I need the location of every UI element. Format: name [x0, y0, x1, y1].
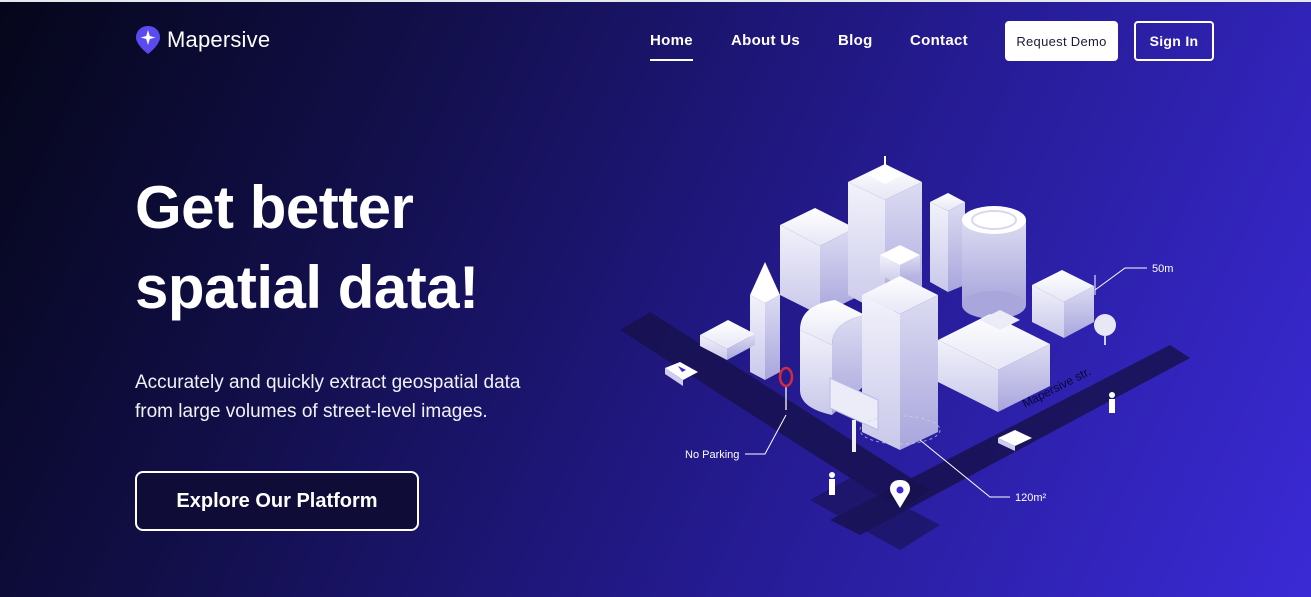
hero-title: Get better spatial data! — [135, 168, 605, 328]
building-thin — [930, 193, 965, 292]
building-cylinder — [962, 206, 1026, 319]
hero-subtitle: Accurately and quickly extract geospatia… — [135, 368, 605, 426]
nav-home[interactable]: Home — [650, 32, 693, 61]
pedestrian-right — [1109, 392, 1115, 413]
sign-in-button[interactable]: Sign In — [1134, 21, 1214, 61]
area-label: 120m² — [1015, 492, 1047, 504]
tree-sphere — [1094, 314, 1116, 345]
hero-title-line1: Get better — [135, 174, 414, 241]
nav-about-us[interactable]: About Us — [731, 32, 800, 49]
nav-blog[interactable]: Blog — [838, 32, 873, 49]
no-parking-label: No Parking — [685, 449, 739, 461]
top-border — [0, 0, 1311, 2]
isometric-city-illustration: 50m No Parking 120m² Mapersive str. — [620, 156, 1190, 550]
building-cube-right — [1032, 270, 1094, 338]
hero-subtitle-line1: Accurately and quickly extract geospatia… — [135, 372, 521, 393]
building-obelisk — [750, 262, 780, 380]
hero-title-line2: spatial data! — [135, 254, 479, 321]
pedestrian-left — [829, 472, 835, 495]
hero-subtitle-line2: from large volumes of street-level image… — [135, 401, 488, 422]
explore-platform-button[interactable]: Explore Our Platform — [135, 471, 419, 531]
height-callout — [1094, 267, 1147, 291]
height-label: 50m — [1152, 263, 1173, 275]
request-demo-button[interactable]: Request Demo — [1005, 21, 1118, 61]
building-back-left — [780, 208, 855, 315]
nav-contact[interactable]: Contact — [910, 32, 968, 49]
